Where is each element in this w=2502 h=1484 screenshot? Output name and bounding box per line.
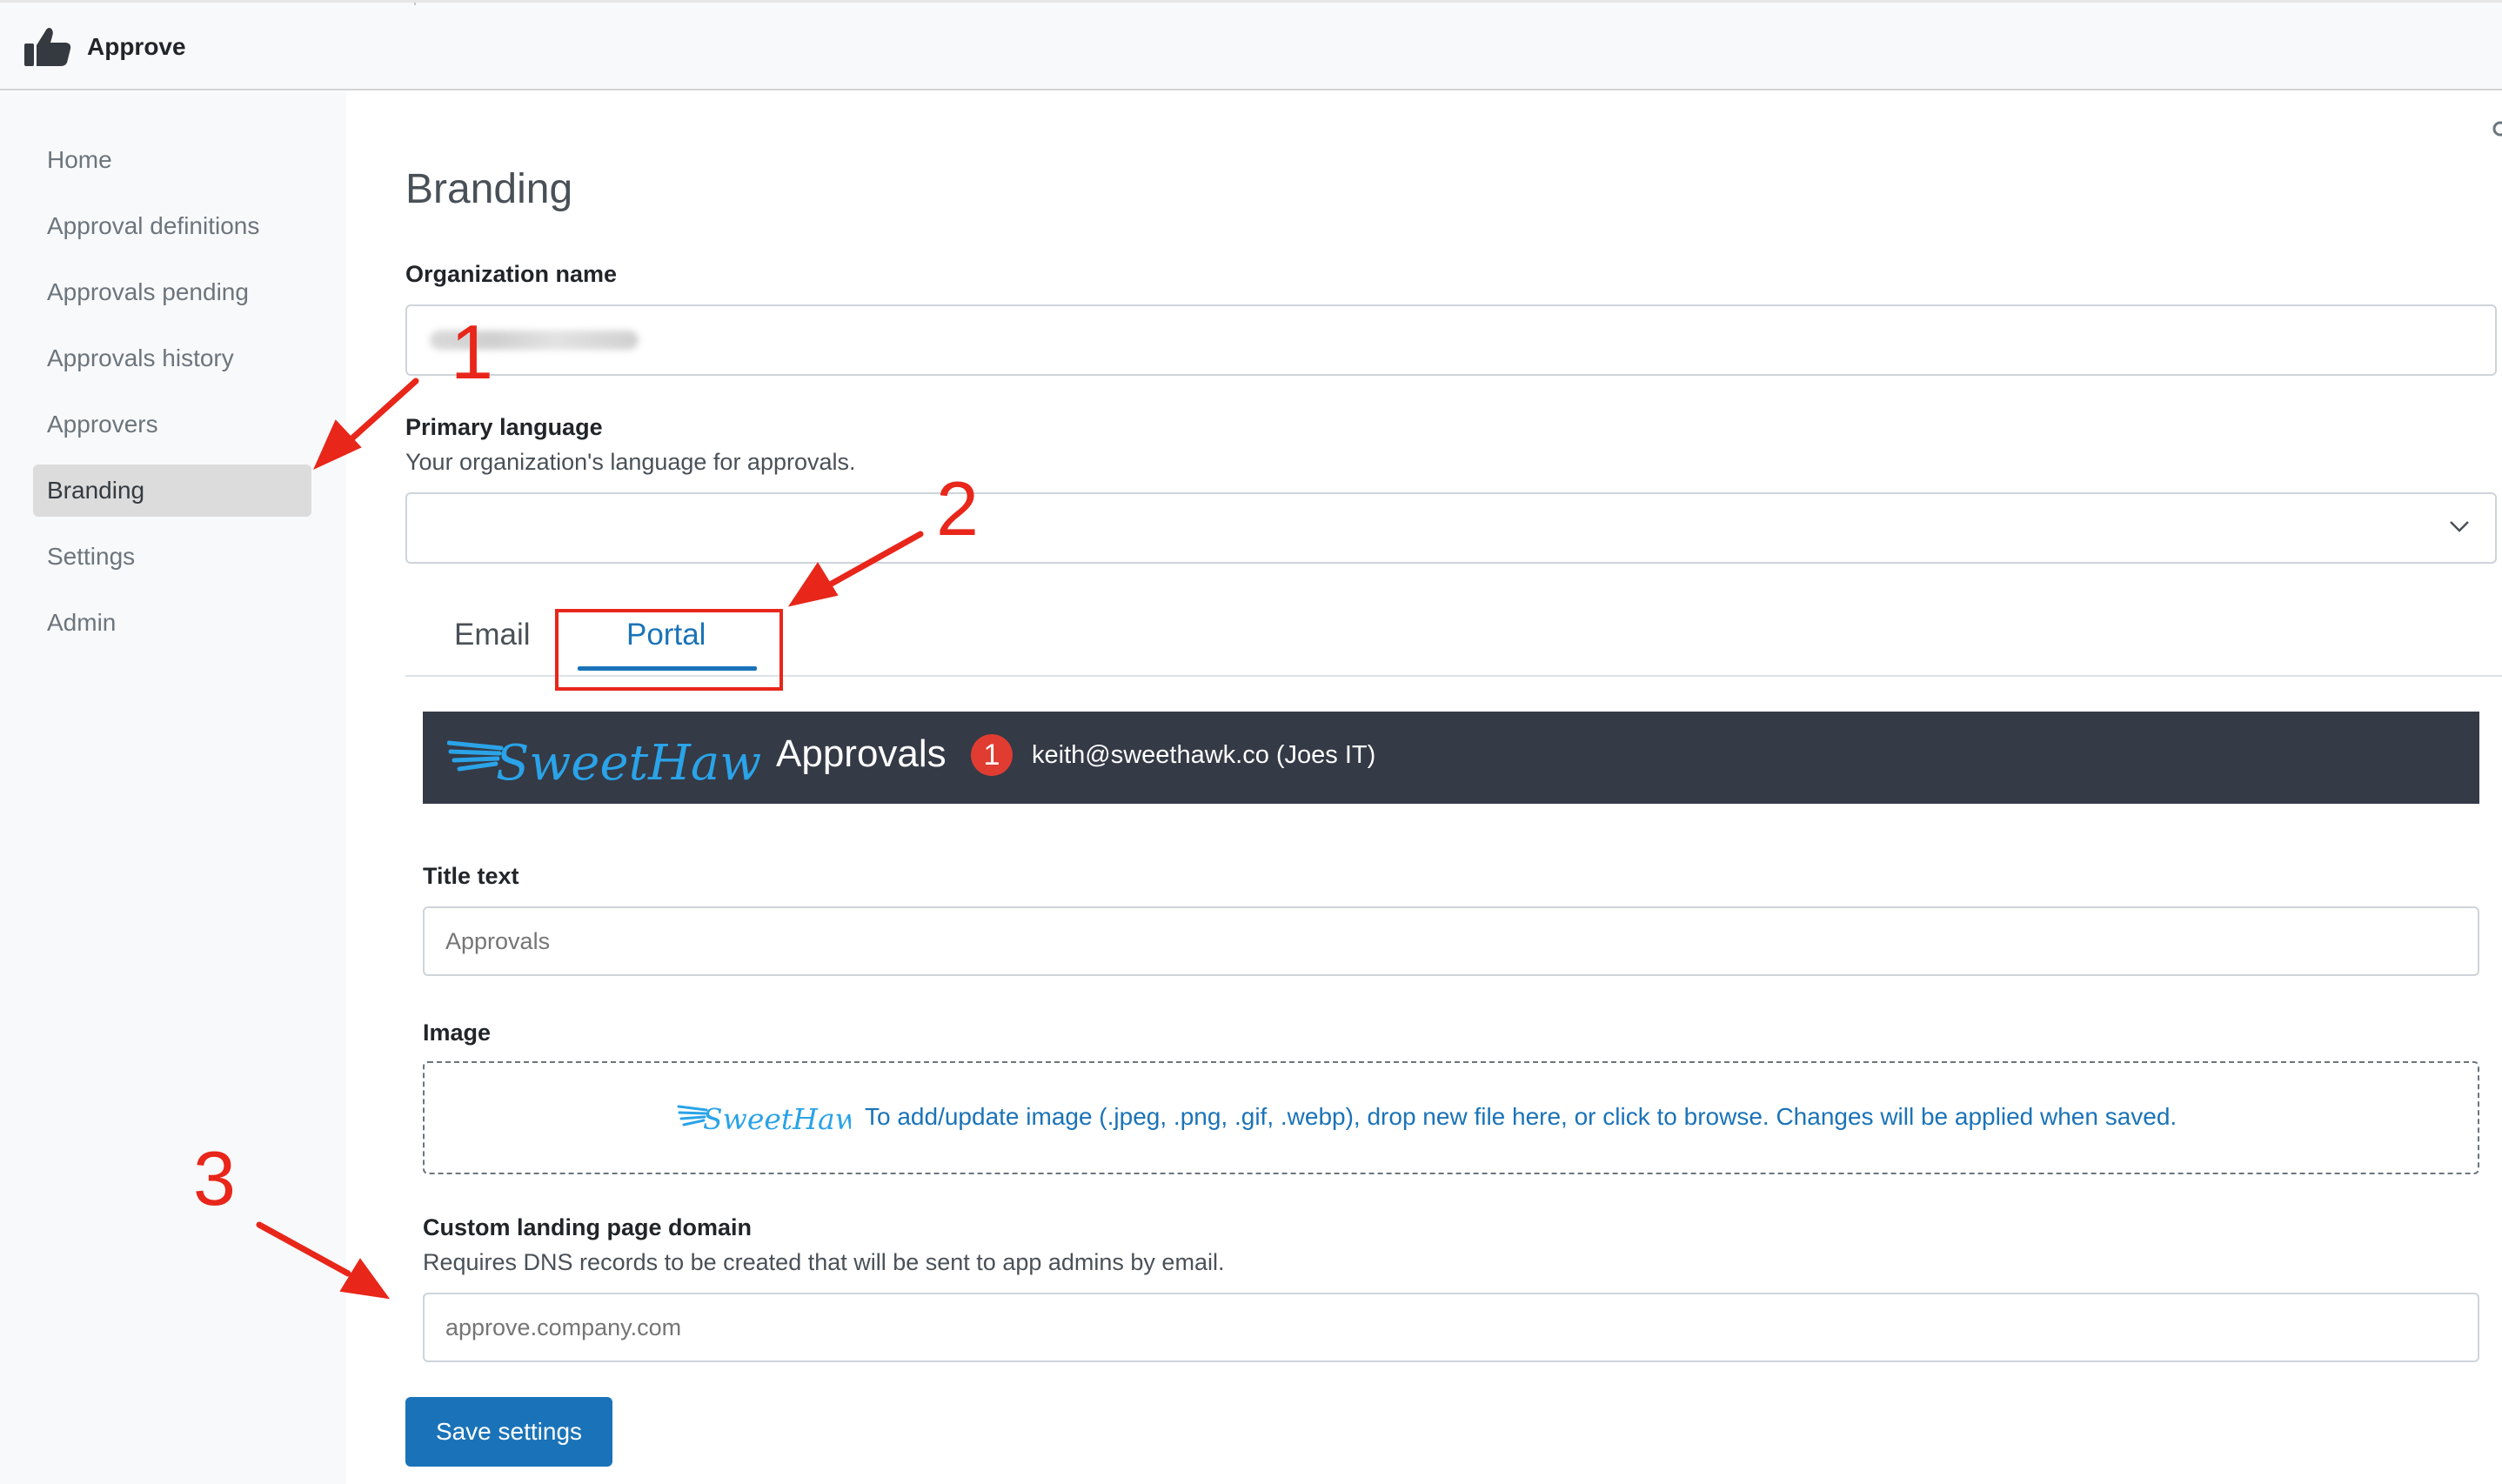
thumbs-up-icon [24,28,71,66]
custom-domain-label: Custom landing page domain [423,1214,753,1240]
preview-title: Approvals [776,732,947,775]
sidebar-item-branding[interactable]: Branding [33,465,311,517]
primary-language-help: Your organization's language for approva… [405,449,856,475]
sidebar-item-settings[interactable]: Settings [33,531,311,583]
annotation-number-3: 3 [193,1135,236,1221]
chevron-down-icon [2450,521,2469,532]
org-name-input[interactable] [405,304,2497,376]
sweethawk-logo: SweetHawk [447,735,760,790]
annotation-arrowhead-3 [339,1258,391,1300]
title-text-label: Title text [423,863,519,889]
search-icon[interactable] [2490,120,2502,141]
custom-domain-input[interactable] [423,1293,2479,1362]
top-bar [0,0,2502,90]
brand-logo-text: SweetHawk [496,735,760,790]
sidebar-item-home[interactable]: Home [33,134,311,186]
primary-language-select[interactable] [405,492,2497,564]
primary-language-label: Primary language [405,414,603,440]
sidebar-item-approvers[interactable]: Approvers [33,398,311,451]
drop-logo-text: SweetHawk [703,1102,851,1136]
annotation-highlight-box [555,609,783,691]
annotation-number-2: 2 [936,465,979,551]
notification-badge: 1 [971,734,1013,776]
dropzone-instructions[interactable]: To add/update image (.jpeg, .png, .gif, … [865,1103,2177,1131]
sweethawk-logo-small: SweetHawk [677,1102,851,1136]
sidebar-item-approvals-history[interactable]: Approvals history [33,332,311,384]
title-text-input[interactable] [423,906,2479,976]
preview-user: keith@sweethawk.co (Joes IT) [1032,741,1376,769]
sidebar-item-approvals-pending[interactable]: Approvals pending [33,266,311,318]
page-title: Branding [405,166,573,212]
app-title: Approve [87,33,186,60]
org-name-label: Organization name [405,261,618,287]
sidebar-item-admin[interactable]: Admin [33,597,311,649]
save-settings-button[interactable]: Save settings [405,1397,612,1467]
image-label: Image [423,1019,492,1046]
annotation-arrowhead-2 [787,562,839,607]
custom-domain-help: Requires DNS records to be created that … [423,1249,1225,1275]
annotation-number-1: 1 [451,309,493,395]
top-bar-divider [414,3,416,5]
tab-email[interactable]: Email [454,618,531,652]
sidebar-item-approval-definitions[interactable]: Approval definitions [33,200,311,252]
